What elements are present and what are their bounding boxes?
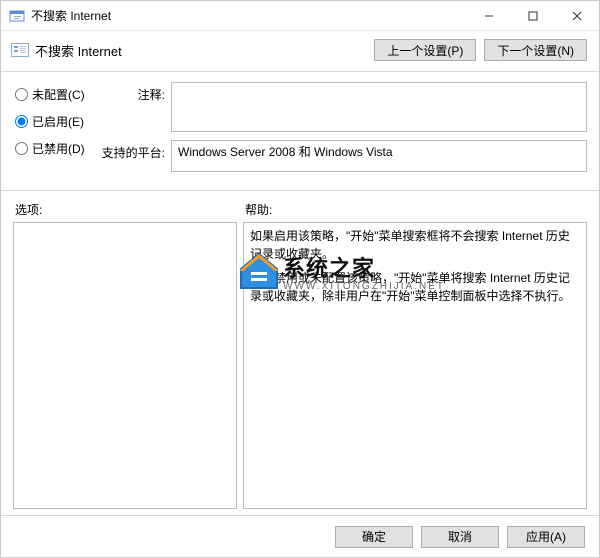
- section-labels: 选项: 帮助:: [1, 191, 599, 222]
- header-row: 不搜索 Internet 上一个设置(P) 下一个设置(N): [1, 31, 599, 65]
- cancel-button[interactable]: 取消: [421, 526, 499, 548]
- options-label: 选项:: [15, 201, 245, 218]
- prev-setting-button[interactable]: 上一个设置(P): [374, 39, 476, 61]
- app-icon: [9, 8, 25, 24]
- comment-textarea[interactable]: [171, 82, 587, 132]
- help-paragraph-2: 如果禁用或未配置该策略，"开始"菜单将搜索 Internet 历史记录或收藏夹，…: [250, 269, 580, 305]
- state-radio-group: 未配置(C) 已启用(E) 已禁用(D): [15, 82, 101, 180]
- platform-field[interactable]: Windows Server 2008 和 Windows Vista: [171, 140, 587, 172]
- platform-label: 支持的平台:: [101, 140, 171, 172]
- radio-not-configured-label: 未配置(C): [32, 86, 85, 103]
- close-button[interactable]: [555, 1, 599, 30]
- fields-column: 注释: 支持的平台: Windows Server 2008 和 Windows…: [101, 82, 587, 180]
- window-controls: [467, 1, 599, 30]
- help-panel: 如果启用该策略，"开始"菜单搜索框将不会搜索 Internet 历史记录或收藏夹…: [243, 222, 587, 509]
- footer: 确定 取消 应用(A): [1, 515, 599, 557]
- apply-button[interactable]: 应用(A): [507, 526, 585, 548]
- window-title: 不搜索 Internet: [31, 7, 467, 24]
- next-setting-button[interactable]: 下一个设置(N): [484, 39, 587, 61]
- radio-enabled-input[interactable]: [15, 115, 28, 128]
- radio-not-configured[interactable]: 未配置(C): [15, 86, 101, 103]
- radio-enabled[interactable]: 已启用(E): [15, 113, 101, 130]
- help-paragraph-1: 如果启用该策略，"开始"菜单搜索框将不会搜索 Internet 历史记录或收藏夹…: [250, 227, 580, 263]
- dialog-window: 不搜索 Internet 不搜索 Intern: [0, 0, 600, 558]
- radio-disabled-input[interactable]: [15, 142, 28, 155]
- radio-enabled-label: 已启用(E): [32, 113, 84, 130]
- comment-label: 注释:: [101, 82, 171, 132]
- body: 未配置(C) 已启用(E) 已禁用(D) 注释: 支持的平台: Windows …: [1, 72, 599, 184]
- page-title: 不搜索 Internet: [35, 41, 374, 60]
- options-panel: [13, 222, 237, 509]
- radio-disabled-label: 已禁用(D): [32, 140, 85, 157]
- ok-button[interactable]: 确定: [335, 526, 413, 548]
- policy-icon: [11, 43, 29, 57]
- panels: 如果启用该策略，"开始"菜单搜索框将不会搜索 Internet 历史记录或收藏夹…: [1, 222, 599, 515]
- maximize-button[interactable]: [511, 1, 555, 30]
- help-text: 如果启用该策略，"开始"菜单搜索框将不会搜索 Internet 历史记录或收藏夹…: [250, 227, 580, 305]
- radio-not-configured-input[interactable]: [15, 88, 28, 101]
- help-label: 帮助:: [245, 201, 272, 218]
- radio-disabled[interactable]: 已禁用(D): [15, 140, 101, 157]
- titlebar: 不搜索 Internet: [1, 1, 599, 31]
- minimize-button[interactable]: [467, 1, 511, 30]
